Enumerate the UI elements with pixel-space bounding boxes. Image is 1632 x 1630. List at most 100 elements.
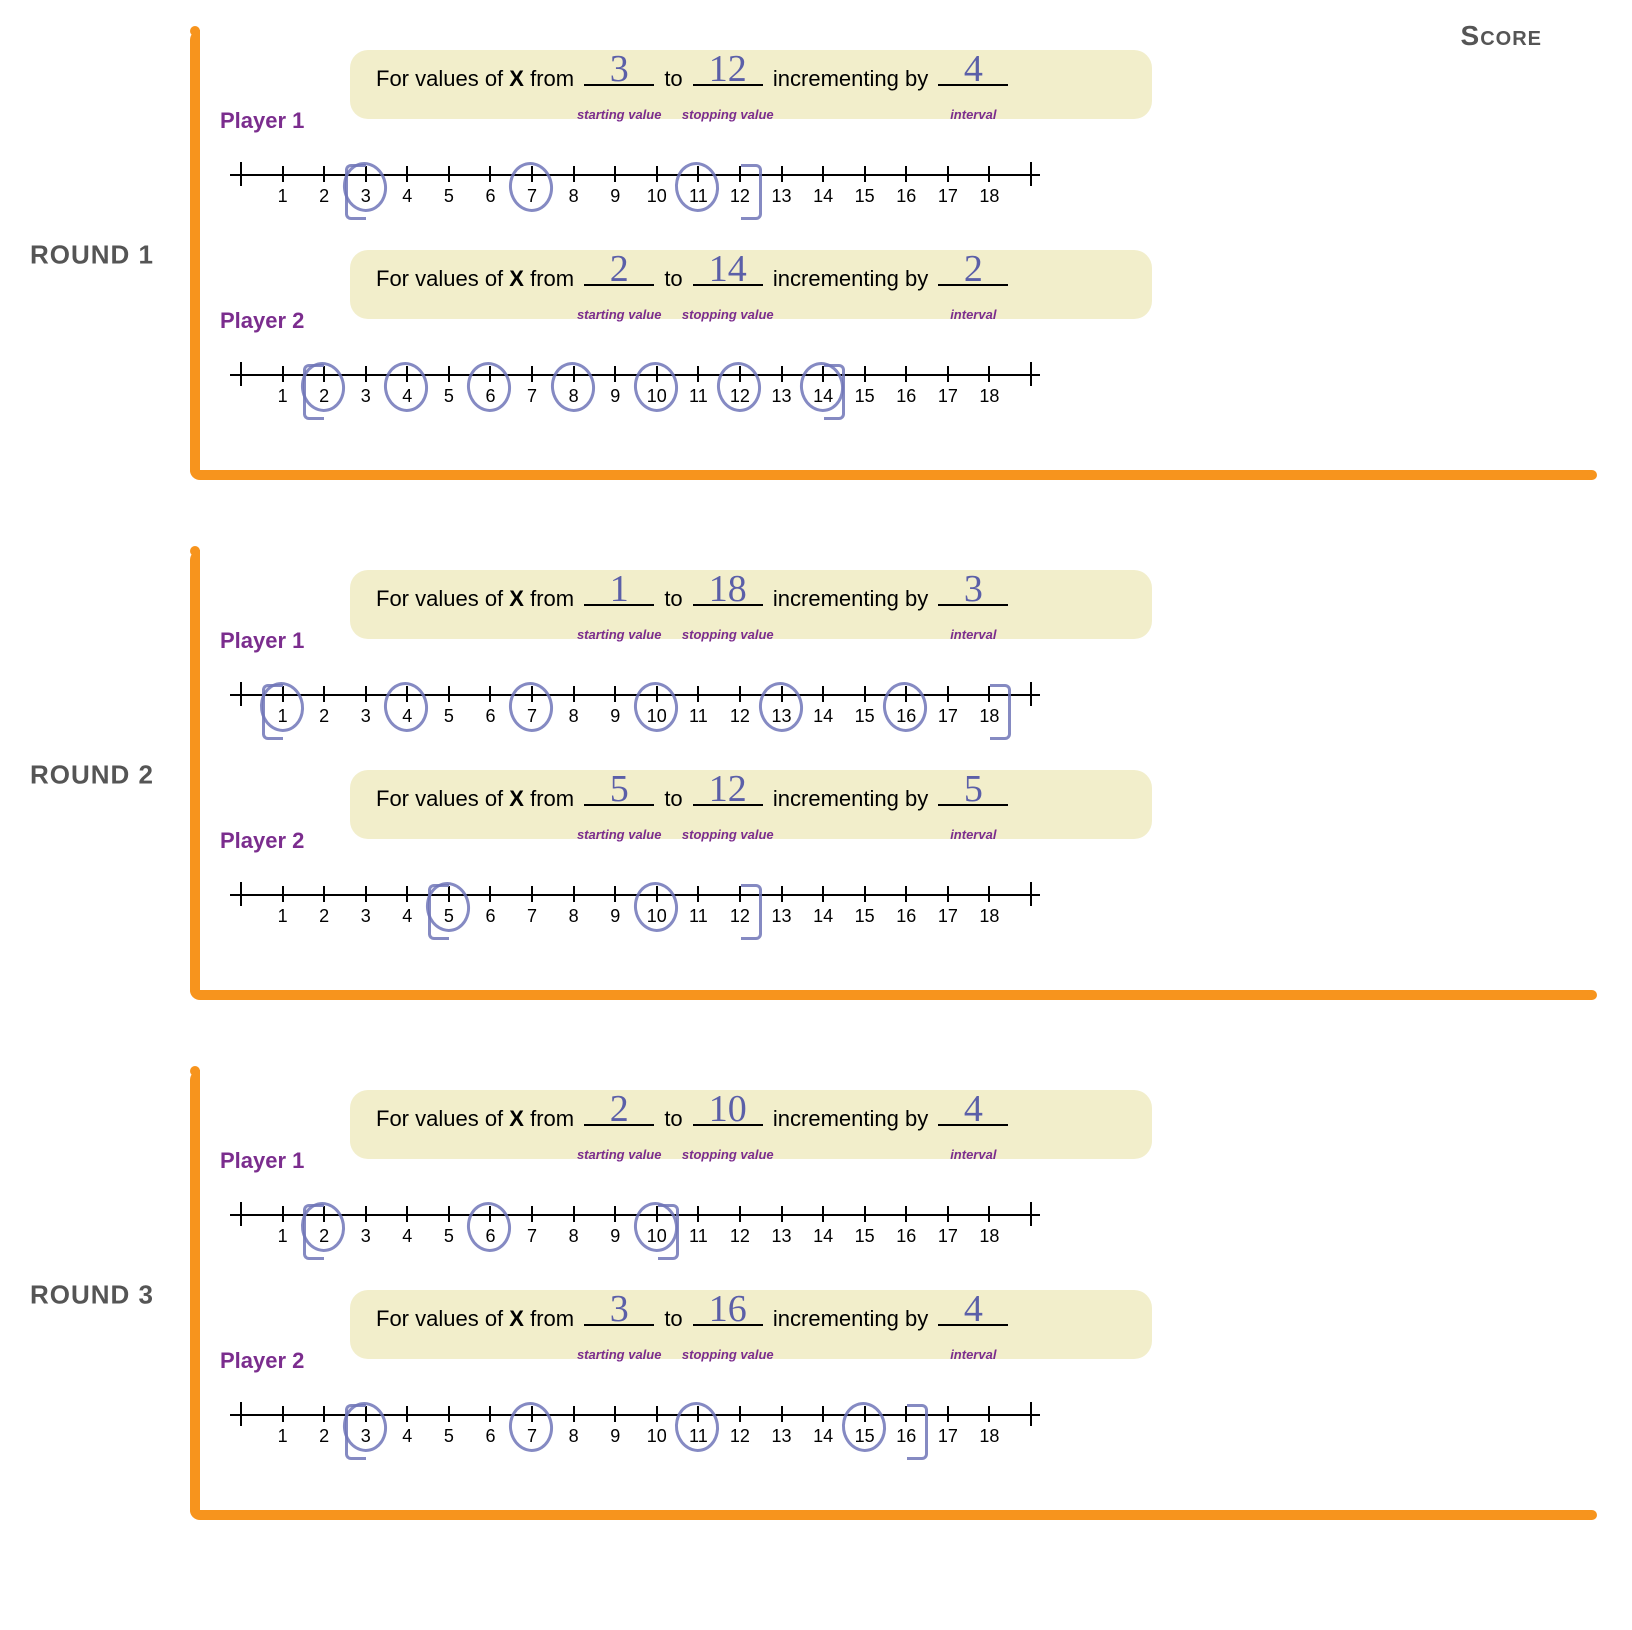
tick: 1 [282,1406,284,1422]
stop-sub: stopping value [682,1346,774,1364]
tick: 8 [573,166,575,182]
tick: 2 [323,166,325,182]
bracket-close [741,164,762,220]
player-name: Player 2 [220,1348,304,1374]
circled-mark [631,879,682,935]
interval-blank[interactable]: 4interval [938,1124,1008,1126]
player-row: Player 2For values of X from 3starting v… [220,1290,1592,1460]
tick-end [240,682,242,706]
start-sub: starting value [577,1146,662,1164]
tick-label: 16 [896,186,916,207]
tick-end [1030,362,1032,386]
circled-mark [381,679,432,735]
bracket-open [262,684,283,740]
round: ROUND 3Player 1For values of X from 2sta… [40,1070,1592,1520]
sent-to: to [658,586,689,611]
tick-label: 5 [444,186,454,207]
tick: 14 [822,166,824,182]
tick: 17 [947,886,949,902]
stop-value: 10 [709,1090,747,1128]
start-blank[interactable]: 5starting value [584,804,654,806]
player-row: Player 1For values of X from 3starting v… [220,50,1592,220]
tick-label: 11 [689,706,708,727]
tick-label: 17 [938,906,958,927]
for-loop-sentence: For values of X from 1starting value to … [350,570,1152,639]
sent-var: X [509,266,524,291]
tick: 1 [282,366,284,382]
interval-sub: interval [950,1346,996,1364]
interval-blank[interactable]: 4interval [938,1324,1008,1326]
tick-label: 15 [855,386,875,407]
circled-mark [506,159,557,215]
tick-label: 1 [278,1226,288,1247]
tick-label: 10 [647,186,667,207]
tick-label: 10 [647,1426,667,1447]
tick-label: 12 [730,706,750,727]
interval-value: 4 [964,1290,983,1328]
interval-blank[interactable]: 3interval [938,604,1008,606]
tick: 5 [448,686,450,702]
tick: 1 [282,1206,284,1222]
tick-label: 17 [938,706,958,727]
stop-blank[interactable]: 12stopping value [693,804,763,806]
player-name: Player 2 [220,308,304,334]
interval-blank[interactable]: 4interval [938,84,1008,86]
tick: 8 [573,1406,575,1422]
tick-label: 15 [855,1226,875,1247]
tick-label: 17 [938,386,958,407]
tick-end [1030,882,1032,906]
interval-value: 3 [964,570,983,608]
tick: 9 [614,686,616,702]
tick-label: 4 [402,906,412,927]
sent-pre: For values of [376,1106,509,1131]
tick-label: 13 [772,386,792,407]
start-sub: starting value [577,626,662,644]
tick: 13 [781,1206,783,1222]
tick-label: 17 [938,1226,958,1247]
start-blank[interactable]: 3starting value [584,1324,654,1326]
for-loop-sentence: For values of X from 5starting value to … [350,770,1152,839]
tick-label: 5 [444,1426,454,1447]
number-line: 123456789101112131415161718 [220,880,1050,940]
tick: 18 [988,1406,990,1422]
tick: 15 [864,366,866,382]
number-line: 123456789101112131415161718 [220,680,1050,740]
tick: 5 [448,1406,450,1422]
stop-blank[interactable]: 14stopping value [693,284,763,286]
tick-label: 3 [361,1226,371,1247]
bracket-close [824,364,845,420]
player-row: Player 1For values of X from 2starting v… [220,1090,1592,1260]
tick: 8 [573,686,575,702]
sent-var: X [509,66,524,91]
interval-blank[interactable]: 5interval [938,804,1008,806]
score-header: Score [1461,20,1542,52]
start-blank[interactable]: 1starting value [584,604,654,606]
start-blank[interactable]: 3starting value [584,84,654,86]
tick: 5 [448,366,450,382]
start-value: 3 [610,1290,629,1328]
sent-to: to [658,786,689,811]
tick: 16 [905,366,907,382]
circled-mark [631,359,682,415]
tick: 15 [864,686,866,702]
stop-blank[interactable]: 10stopping value [693,1124,763,1126]
tick: 6 [489,886,491,902]
tick: 17 [947,366,949,382]
tick-label: 12 [730,1426,750,1447]
tick: 4 [406,166,408,182]
stop-value: 18 [709,570,747,608]
tick-label: 3 [361,906,371,927]
circled-mark [464,359,515,415]
tick-label: 13 [772,906,792,927]
start-blank[interactable]: 2starting value [584,284,654,286]
tick-label: 16 [896,1226,916,1247]
circled-mark [464,1199,515,1255]
stop-blank[interactable]: 18stopping value [693,604,763,606]
tick-label: 5 [444,706,454,727]
stop-value: 12 [709,770,747,808]
start-blank[interactable]: 2starting value [584,1124,654,1126]
stop-blank[interactable]: 16stopping value [693,1324,763,1326]
tick-label: 9 [610,906,620,927]
interval-blank[interactable]: 2interval [938,284,1008,286]
stop-blank[interactable]: 12stopping value [693,84,763,86]
